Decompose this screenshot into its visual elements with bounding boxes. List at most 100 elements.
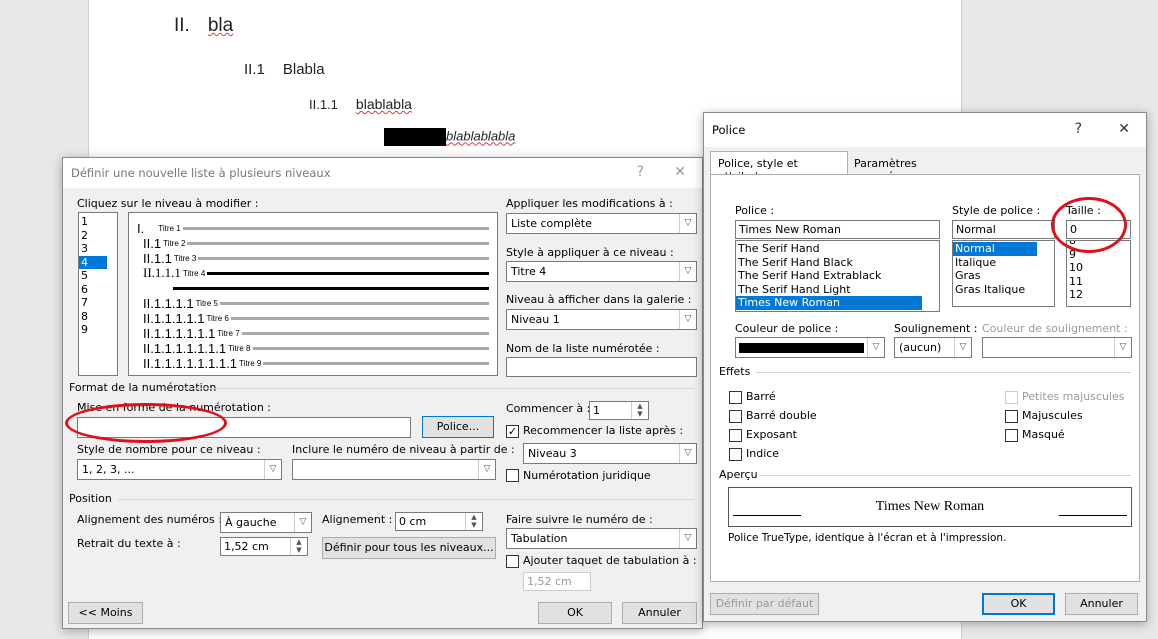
font-list-item[interactable]: The Serif Hand Light [736, 283, 922, 297]
style-list-item[interactable]: Gras [953, 269, 1037, 283]
level-item[interactable]: 1 [79, 215, 107, 229]
underline-select[interactable]: (aucun) ▽ [894, 337, 972, 358]
style-list-item[interactable]: Gras Italique [953, 283, 1037, 297]
gallery-select[interactable]: Niveau 1 ▽ [506, 309, 697, 330]
chevron-down-icon: ▽ [294, 513, 311, 532]
effect-checkbox[interactable] [1005, 410, 1018, 423]
restart-label: Recommencer la liste après : [523, 424, 684, 437]
set-all-levels-button[interactable]: Définir pour tous les niveaux... [322, 537, 496, 559]
underline-label: Soulignement : [894, 322, 978, 335]
chevron-down-icon: ▽ [954, 338, 971, 357]
dialog-title: Définir une nouvelle liste à plusieurs n… [63, 158, 702, 188]
style-select[interactable]: Titre 4 ▽ [506, 261, 697, 282]
style-list-item[interactable]: Italique [953, 256, 1037, 270]
include-select[interactable]: ▽ [292, 459, 496, 480]
start-spinner[interactable]: 1 ▲ ▼ [589, 401, 649, 420]
style-input[interactable]: Normal [952, 220, 1055, 239]
annotation-circle [65, 403, 227, 443]
level-item[interactable]: 9 [79, 323, 107, 337]
spinner-arrows-icon[interactable]: ▲ ▼ [465, 513, 482, 530]
set-default-button[interactable]: Définir par défaut [710, 593, 819, 615]
alignat-value: 0 cm [399, 515, 427, 528]
preview-note: Police TrueType, identique à l'écran et … [728, 532, 1007, 544]
ucolor-select[interactable]: ▽ [982, 337, 1132, 358]
help-button[interactable]: ? [637, 164, 644, 180]
cancel-button[interactable]: Annuler [622, 602, 697, 624]
style-list[interactable]: Normal Italique Gras Gras Italique [952, 240, 1055, 307]
tab-font[interactable]: Police, style et attributs [710, 151, 848, 183]
less-button[interactable]: << Moins [68, 602, 143, 624]
effect-checkbox[interactable] [1005, 429, 1018, 442]
effect-checkbox[interactable] [729, 448, 742, 461]
style-list-item[interactable]: Normal [953, 242, 1037, 256]
effect-checkbox[interactable] [1005, 391, 1018, 404]
level-item[interactable]: 8 [79, 310, 107, 324]
chevron-down-icon: ▽ [679, 529, 696, 548]
help-button[interactable]: ? [1075, 121, 1082, 137]
preview-row: II.1.1 Titre 3 [143, 250, 489, 266]
tabstop-value: 1,52 cm [527, 575, 572, 588]
level-preview: I. Titre 1 II.1 Titre 2 II.1.1 Titre 3 II.1.1.… [128, 212, 498, 376]
numstyle-select[interactable]: 1, 2, 3, ... ▽ [77, 459, 282, 480]
effect-checkbox[interactable] [729, 410, 742, 423]
font-list-item[interactable]: The Serif Hand Extrablack [736, 269, 922, 283]
effect-checkbox[interactable] [729, 391, 742, 404]
preview-line [252, 346, 489, 350]
close-button[interactable]: ✕ [1118, 121, 1130, 137]
multilevel-list-dialog: Définir une nouvelle liste à plusieurs n… [62, 157, 703, 629]
size-list-item[interactable]: 11 [1067, 275, 1130, 289]
align-select[interactable]: À gauche ▽ [220, 512, 312, 533]
cancel-button[interactable]: Annuler [1065, 593, 1138, 615]
font-button[interactable]: Police... [422, 416, 494, 438]
spinner-arrows-icon[interactable]: ▲ ▼ [631, 402, 648, 419]
level-item[interactable]: 5 [79, 269, 107, 283]
legal-checkbox[interactable] [506, 469, 519, 482]
font-list-item[interactable]: Times New Roman [736, 296, 922, 310]
underline-value: (aucun) [899, 341, 942, 354]
indent-spinner[interactable]: 1,52 cm ▲ ▼ [220, 537, 308, 556]
level-list[interactable]: 123456789 [78, 212, 118, 376]
ok-button[interactable]: OK [982, 593, 1055, 615]
size-list-item[interactable]: 10 [1067, 261, 1130, 275]
apply-select[interactable]: Liste complète ▽ [506, 213, 697, 234]
chevron-down-icon: ▽ [679, 214, 696, 233]
restart-value: Niveau 3 [528, 447, 577, 460]
preview-number: II.1.1.1.1 [143, 295, 194, 311]
preview-text: Titre 8 [228, 343, 251, 353]
follow-select[interactable]: Tabulation ▽ [506, 528, 697, 549]
spinner-arrows-icon[interactable]: ▲ ▼ [290, 538, 307, 555]
alignat-spinner[interactable]: 0 cm ▲ ▼ [395, 512, 483, 531]
level-item[interactable]: 4 [79, 255, 107, 269]
tabstop-spinner[interactable]: 1,52 cm [523, 572, 591, 591]
chevron-down-icon: ▽ [679, 310, 696, 329]
redacted-block [384, 128, 446, 146]
chevron-down-icon: ▽ [679, 444, 696, 463]
level-item[interactable]: 6 [79, 283, 107, 297]
level-item[interactable]: 7 [79, 296, 107, 310]
effect-checkbox[interactable] [729, 429, 742, 442]
effect-label: Masqué [1022, 428, 1065, 441]
level-item[interactable]: 3 [79, 242, 107, 256]
restart-select[interactable]: Niveau 3 ▽ [523, 443, 697, 464]
font-list-item[interactable]: The Serif Hand [736, 242, 922, 256]
color-select[interactable]: ▽ [735, 337, 885, 358]
ok-button[interactable]: OK [538, 602, 612, 624]
listname-input[interactable] [506, 357, 697, 377]
font-list[interactable]: The Serif Hand The Serif Hand Black The Se… [735, 240, 940, 312]
preview-number: II.1.1 [143, 250, 172, 266]
preview-text: Titre 2 [163, 238, 186, 248]
font-input[interactable]: Times New Roman [735, 220, 940, 239]
preview-row: II.1.1.1.1.1.1.1 Titre 8 [143, 341, 489, 356]
size-list-item[interactable]: 12 [1067, 288, 1130, 302]
style-value: Titre 4 [511, 265, 547, 278]
level-item[interactable]: 2 [79, 229, 107, 243]
numstyle-value: 1, 2, 3, ... [82, 463, 135, 476]
preview-line [241, 331, 489, 335]
preview-number: II.1.1.1.1.1 [143, 310, 205, 326]
tab-advanced[interactable]: Paramètres avancés [848, 153, 962, 183]
close-button[interactable]: ✕ [674, 164, 686, 180]
tabstop-checkbox[interactable] [506, 555, 519, 568]
restart-checkbox[interactable]: ✓ [506, 425, 519, 438]
h2-text: Blabla [282, 61, 325, 78]
font-list-item[interactable]: The Serif Hand Black [736, 256, 922, 270]
